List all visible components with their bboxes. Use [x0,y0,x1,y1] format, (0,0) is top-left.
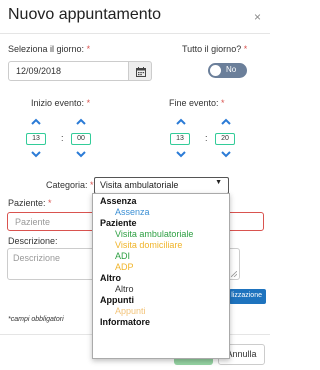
partial-action-label: lizzazione [231,292,262,299]
description-placeholder: Descrizione [13,253,61,263]
patient-label: Paziente: * [8,198,52,208]
resize-grip-icon[interactable] [231,271,237,277]
required-mark: * [243,44,248,54]
close-button[interactable]: × [254,10,261,24]
start-label-text: Inizio evento: [31,98,85,108]
category-dropdown: Assenza Assenza Paziente Visita ambulato… [92,193,230,359]
partial-action-button[interactable]: lizzazione [229,289,266,304]
date-field[interactable]: 12/09/2018 [8,61,129,81]
option-group-informatore: Informatore [100,317,151,327]
option-group-appunti: Appunti [100,295,134,305]
toggle-knob [210,65,221,76]
end-label: Fine evento: * [169,98,225,108]
category-selected-value: Visita ambulatoriale [100,180,179,190]
description-label: Descrizione: [8,236,58,246]
end-hour-up-chevron-icon[interactable] [176,118,186,125]
option-assenza[interactable]: Assenza [115,207,150,217]
start-hour-input[interactable]: 13 [26,133,46,145]
all-day-label-text: Tutto il giorno? [182,44,242,54]
all-day-toggle[interactable]: No [208,63,247,78]
option-adi[interactable]: ADI [115,251,130,261]
category-label-text: Categoria: [46,180,88,190]
required-fields-note: *campi obbligatori [8,316,64,323]
option-visita-domiciliare[interactable]: Visita domiciliare [115,240,182,250]
start-minute-input[interactable]: 00 [71,133,91,145]
start-minute-up-chevron-icon[interactable] [76,118,86,125]
dialog-header: Nuovo appuntamento × [0,0,270,34]
time-separator: : [205,133,208,143]
option-appunti[interactable]: Appunti [115,306,146,316]
start-minute-down-chevron-icon[interactable] [76,151,86,158]
toggle-text: No [226,65,237,74]
option-group-assenza: Assenza [100,196,137,206]
required-mark: * [86,44,91,54]
end-minute-input[interactable]: 20 [215,133,235,145]
end-hour-down-chevron-icon[interactable] [176,151,186,158]
category-select[interactable]: Visita ambulatoriale ▼ [94,177,229,194]
option-altro[interactable]: Altro [115,284,134,294]
option-visita-ambulatoriale[interactable]: Visita ambulatoriale [115,229,193,239]
end-hour-input[interactable]: 13 [170,133,190,145]
end-minute-down-chevron-icon[interactable] [221,151,231,158]
category-label: Categoria: * [46,180,94,190]
start-label: Inizio evento: * [31,98,90,108]
required-mark: * [48,198,52,208]
required-mark: * [86,98,91,108]
patient-placeholder: Paziente [15,217,51,227]
option-group-altro: Altro [100,273,121,283]
calendar-button[interactable] [128,61,152,81]
option-group-paziente: Paziente [100,218,137,228]
patient-label-text: Paziente: [8,198,46,208]
time-separator: : [61,133,64,143]
all-day-label: Tutto il giorno? * [182,44,247,54]
start-hour-down-chevron-icon[interactable] [31,151,41,158]
appointment-dialog: Nuovo appuntamento × Seleziona il giorno… [0,0,270,370]
required-mark: * [221,98,225,108]
caret-down-icon: ▼ [215,179,222,186]
end-label-text: Fine evento: [169,98,219,108]
end-minute-up-chevron-icon[interactable] [221,118,231,125]
option-adp[interactable]: ADP [115,262,134,272]
dialog-title: Nuovo appuntamento [8,6,161,23]
day-label-text: Seleziona il giorno: [8,44,85,54]
day-label: Seleziona il giorno: * [8,44,90,54]
calendar-icon [136,67,146,77]
start-hour-up-chevron-icon[interactable] [31,118,41,125]
